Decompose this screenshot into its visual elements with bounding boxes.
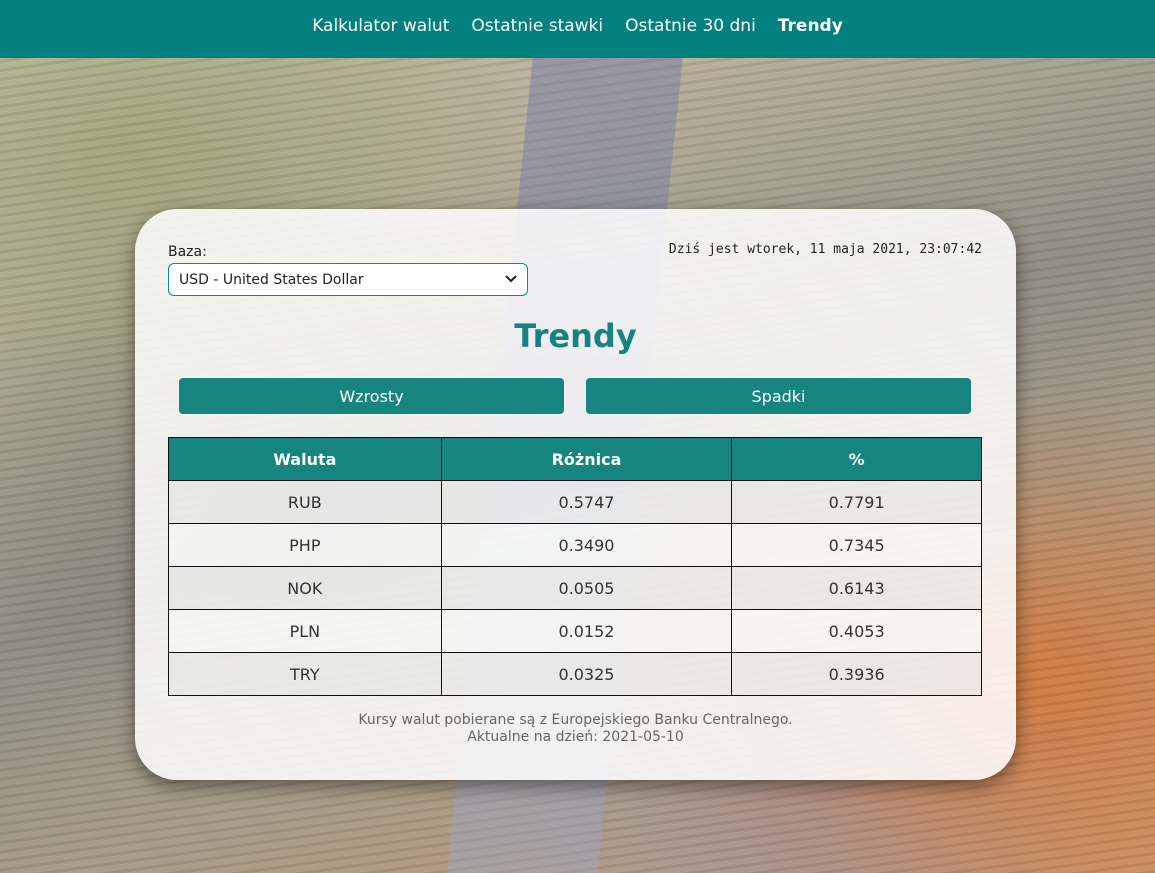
table-row: NOK 0.0505 0.6143 — [168, 566, 982, 610]
cell-percent: 0.7345 — [731, 523, 982, 567]
nav-link-ostatnie-stawki[interactable]: Ostatnie stawki — [460, 16, 614, 36]
last-updated-note: Aktualne na dzień: 2021-05-10 — [467, 729, 684, 745]
cell-difference: 0.3490 — [440, 523, 733, 567]
nav-link-trendy[interactable]: Trendy — [767, 16, 854, 36]
cell-currency: RUB — [168, 480, 442, 524]
table-row: PLN 0.0152 0.4053 — [168, 609, 982, 653]
source-note: Kursy walut pobierane są z Europejskiego… — [358, 712, 793, 728]
cell-currency: PLN — [168, 609, 442, 653]
cell-difference: 0.5747 — [440, 480, 733, 524]
cell-percent: 0.6143 — [731, 566, 982, 610]
source-footer: Kursy walut pobierane są z Europejskiego… — [135, 712, 1016, 746]
base-label: Baza: — [168, 244, 207, 260]
base-currency-value: USD - United States Dollar — [179, 271, 364, 288]
cell-currency: NOK — [168, 566, 442, 610]
table-row: PHP 0.3490 0.7345 — [168, 523, 982, 567]
cell-percent: 0.3936 — [731, 652, 982, 696]
cell-difference: 0.0325 — [440, 652, 733, 696]
increases-button[interactable]: Wzrosty — [179, 378, 564, 414]
cell-difference: 0.0152 — [440, 609, 733, 653]
trends-table: Waluta Różnica % RUB 0.5747 0.7791 PHP 0… — [168, 437, 982, 696]
column-header-currency: Waluta — [168, 437, 442, 481]
column-header-percent: % — [731, 437, 982, 481]
current-date-time: Dziś jest wtorek, 11 maja 2021, 23:07:42 — [668, 242, 982, 257]
top-navbar: Kalkulator walut Ostatnie stawki Ostatni… — [0, 0, 1155, 58]
nav-link-kalkulator-walut[interactable]: Kalkulator walut — [301, 16, 460, 36]
decreases-button[interactable]: Spadki — [586, 378, 971, 414]
table-row: TRY 0.0325 0.3936 — [168, 652, 982, 696]
nav-link-ostatnie-30-dni[interactable]: Ostatnie 30 dni — [614, 16, 767, 36]
cell-percent: 0.4053 — [731, 609, 982, 653]
cell-percent: 0.7791 — [731, 480, 982, 524]
main-card: Baza: USD - United States Dollar Dziś je… — [135, 209, 1016, 780]
chevron-down-icon — [505, 273, 517, 286]
page-title: Trendy — [514, 317, 637, 355]
column-header-difference: Różnica — [440, 437, 733, 481]
cell-difference: 0.0505 — [440, 566, 733, 610]
table-header-row: Waluta Różnica % — [168, 437, 982, 481]
cell-currency: PHP — [168, 523, 442, 567]
base-currency-select[interactable]: USD - United States Dollar — [168, 263, 528, 296]
cell-currency: TRY — [168, 652, 442, 696]
table-row: RUB 0.5747 0.7791 — [168, 480, 982, 524]
